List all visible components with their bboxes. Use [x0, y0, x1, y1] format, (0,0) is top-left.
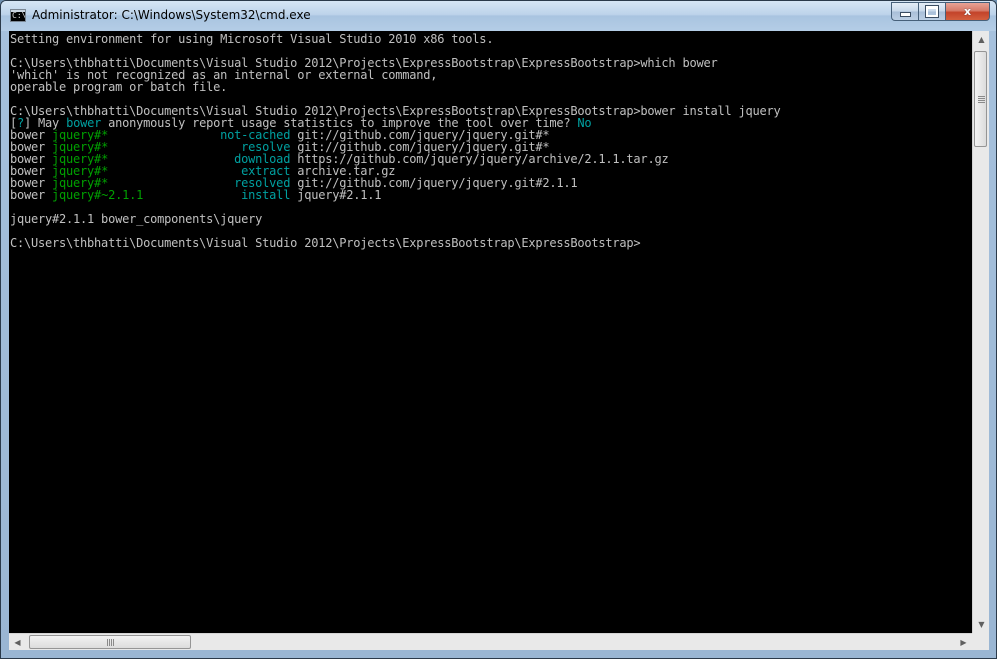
bower-prefix: bower	[10, 188, 53, 202]
arrow-down-icon[interactable]: ▼	[973, 616, 990, 633]
close-icon: x	[963, 5, 972, 18]
vertical-scrollbar[interactable]: ▲ ▼	[972, 31, 989, 633]
scrollbar-corner	[972, 633, 989, 650]
maximize-button[interactable]	[918, 2, 945, 21]
window-title: Administrator: C:\Windows\System32\cmd.e…	[32, 8, 311, 22]
console-current-prompt: C:\Users\thbhatti\Documents\Visual Studi…	[10, 236, 641, 250]
grip-icon	[107, 639, 114, 646]
horizontal-scroll-thumb[interactable]	[29, 635, 191, 649]
grip-icon	[977, 96, 985, 103]
cmd-console-icon[interactable]: C:\	[10, 9, 26, 22]
arrow-up-icon[interactable]: ▲	[973, 31, 990, 48]
console-output[interactable]: Setting environment for using Microsoft …	[9, 31, 972, 633]
close-button[interactable]: x	[945, 2, 990, 21]
bower-action: install	[206, 188, 291, 202]
bower-log-line: bower jquery#~2.1.1 install jquery#2.1.1	[10, 189, 972, 201]
prompt-answer: No	[577, 116, 592, 130]
caption-buttons: x	[891, 2, 990, 21]
horizontal-scrollbar[interactable]: ◀ ▶	[9, 633, 972, 650]
cmd-window: C:\ Administrator: C:\Windows\System32\c…	[0, 0, 997, 659]
console-line: Setting environment for using Microsoft …	[10, 32, 494, 46]
minimize-icon	[899, 12, 911, 17]
cmd-icon-glyph: C:\	[12, 11, 26, 20]
bower-detail: jquery#2.1.1	[290, 188, 382, 202]
bower-package: jquery#~2.1.1	[52, 188, 207, 202]
console-result-line: jquery#2.1.1 bower_components\jquery	[10, 212, 263, 226]
maximize-icon	[925, 5, 939, 18]
arrow-right-icon[interactable]: ▶	[955, 634, 972, 651]
title-bar[interactable]: C:\ Administrator: C:\Windows\System32\c…	[1, 1, 996, 31]
minimize-button[interactable]	[891, 2, 918, 21]
vertical-scroll-thumb[interactable]	[974, 51, 987, 147]
arrow-left-icon[interactable]: ◀	[9, 634, 26, 651]
console-error-line: operable program or batch file.	[10, 80, 228, 94]
